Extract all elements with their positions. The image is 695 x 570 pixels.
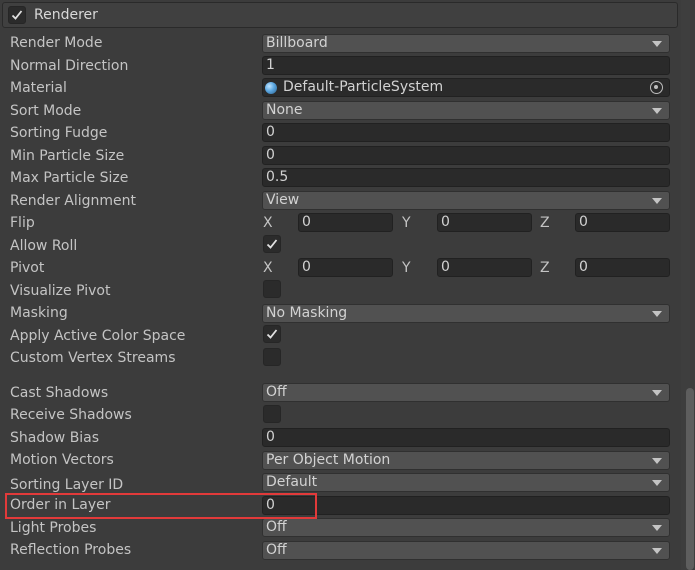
visualize-pivot-checkbox[interactable] — [263, 280, 281, 298]
pivot-x-field[interactable]: 0 — [298, 258, 393, 277]
min-particle-size-field[interactable]: 0 — [262, 146, 670, 165]
chevron-down-icon — [652, 198, 662, 204]
masking-label: Masking — [10, 305, 68, 321]
sorting-layer-id-dropdown[interactable]: Default — [262, 473, 670, 492]
module-title: Renderer — [34, 7, 98, 23]
motion-vectors-value: Per Object Motion — [266, 452, 391, 468]
masking-value: No Masking — [266, 305, 348, 321]
render-alignment-value: View — [266, 192, 300, 208]
max-particle-size-label: Max Particle Size — [10, 170, 129, 186]
renderer-module: Renderer Render Mode Billboard Normal Di… — [0, 0, 681, 570]
cast-shadows-dropdown[interactable]: Off — [262, 383, 670, 402]
checkmark-icon — [266, 329, 278, 339]
cast-shadows-label: Cast Shadows — [10, 385, 109, 401]
flip-z-label: Z — [540, 215, 550, 231]
allow-roll-label: Allow Roll — [10, 238, 78, 254]
chevron-down-icon — [652, 458, 662, 464]
masking-dropdown[interactable]: No Masking — [262, 304, 670, 323]
flip-y-field[interactable]: 0 — [437, 213, 532, 232]
checkmark-icon — [266, 239, 278, 249]
chevron-down-icon — [652, 108, 662, 114]
flip-x-label: X — [263, 215, 273, 231]
module-enabled-checkbox[interactable] — [8, 6, 26, 24]
shadow-bias-field[interactable]: 0 — [262, 428, 670, 447]
checkmark-icon — [11, 10, 23, 20]
sort-mode-label: Sort Mode — [10, 103, 82, 119]
render-mode-value: Billboard — [266, 35, 328, 51]
material-sphere-icon — [265, 82, 277, 94]
pivot-x-label: X — [263, 260, 273, 276]
receive-shadows-checkbox[interactable] — [263, 405, 281, 423]
material-label: Material — [10, 80, 67, 96]
reflection-probes-dropdown[interactable]: Off — [262, 541, 670, 560]
pivot-y-field[interactable]: 0 — [437, 258, 532, 277]
visualize-pivot-label: Visualize Pivot — [10, 283, 111, 299]
flip-label: Flip — [10, 215, 35, 231]
cast-shadows-value: Off — [266, 384, 287, 400]
flip-y-label: Y — [402, 215, 411, 231]
chevron-down-icon — [652, 480, 662, 486]
max-particle-size-field[interactable]: 0.5 — [262, 168, 670, 187]
chevron-down-icon — [652, 548, 662, 554]
light-probes-value: Off — [266, 519, 287, 535]
sorting-layer-id-label: Sorting Layer ID — [10, 477, 124, 493]
render-mode-label: Render Mode — [10, 35, 103, 51]
highlight-box — [5, 493, 317, 519]
light-probes-dropdown[interactable]: Off — [262, 518, 670, 537]
reflection-probes-value: Off — [266, 542, 287, 558]
order-in-layer-field[interactable]: 0 — [262, 496, 670, 515]
normal-direction-label: Normal Direction — [10, 58, 129, 74]
motion-vectors-label: Motion Vectors — [10, 452, 114, 468]
chevron-down-icon — [652, 41, 662, 47]
custom-vertex-streams-checkbox[interactable] — [263, 348, 281, 366]
chevron-down-icon — [652, 311, 662, 317]
render-alignment-dropdown[interactable]: View — [262, 191, 670, 210]
material-value: Default-ParticleSystem — [283, 79, 444, 95]
sort-mode-value: None — [266, 102, 303, 118]
custom-vertex-streams-label: Custom Vertex Streams — [10, 350, 176, 366]
render-alignment-label: Render Alignment — [10, 193, 137, 209]
chevron-down-icon — [652, 390, 662, 396]
receive-shadows-label: Receive Shadows — [10, 407, 132, 423]
object-picker-icon[interactable] — [650, 81, 663, 94]
motion-vectors-dropdown[interactable]: Per Object Motion — [262, 451, 670, 470]
sorting-layer-id-value: Default — [266, 474, 318, 490]
apply-active-color-space-label: Apply Active Color Space — [10, 328, 186, 344]
reflection-probes-label: Reflection Probes — [10, 542, 132, 558]
module-header[interactable]: Renderer — [2, 2, 678, 28]
pivot-z-label: Z — [540, 260, 550, 276]
material-object-field[interactable]: Default-ParticleSystem — [262, 78, 670, 97]
flip-z-field[interactable]: 0 — [575, 213, 670, 232]
sort-mode-dropdown[interactable]: None — [262, 101, 670, 120]
pivot-z-field[interactable]: 0 — [575, 258, 670, 277]
sorting-fudge-label: Sorting Fudge — [10, 125, 108, 141]
flip-x-field[interactable]: 0 — [298, 213, 393, 232]
pivot-y-label: Y — [402, 260, 411, 276]
light-probes-label: Light Probes — [10, 520, 97, 536]
shadow-bias-label: Shadow Bias — [10, 430, 100, 446]
sorting-fudge-field[interactable]: 0 — [262, 123, 670, 142]
scrollbar-thumb[interactable] — [686, 388, 694, 570]
chevron-down-icon — [652, 525, 662, 531]
normal-direction-field[interactable]: 1 — [262, 56, 670, 75]
apply-active-color-space-checkbox[interactable] — [263, 325, 281, 343]
allow-roll-checkbox[interactable] — [263, 235, 281, 253]
min-particle-size-label: Min Particle Size — [10, 148, 125, 164]
pivot-label: Pivot — [10, 260, 45, 276]
render-mode-dropdown[interactable]: Billboard — [262, 34, 670, 53]
